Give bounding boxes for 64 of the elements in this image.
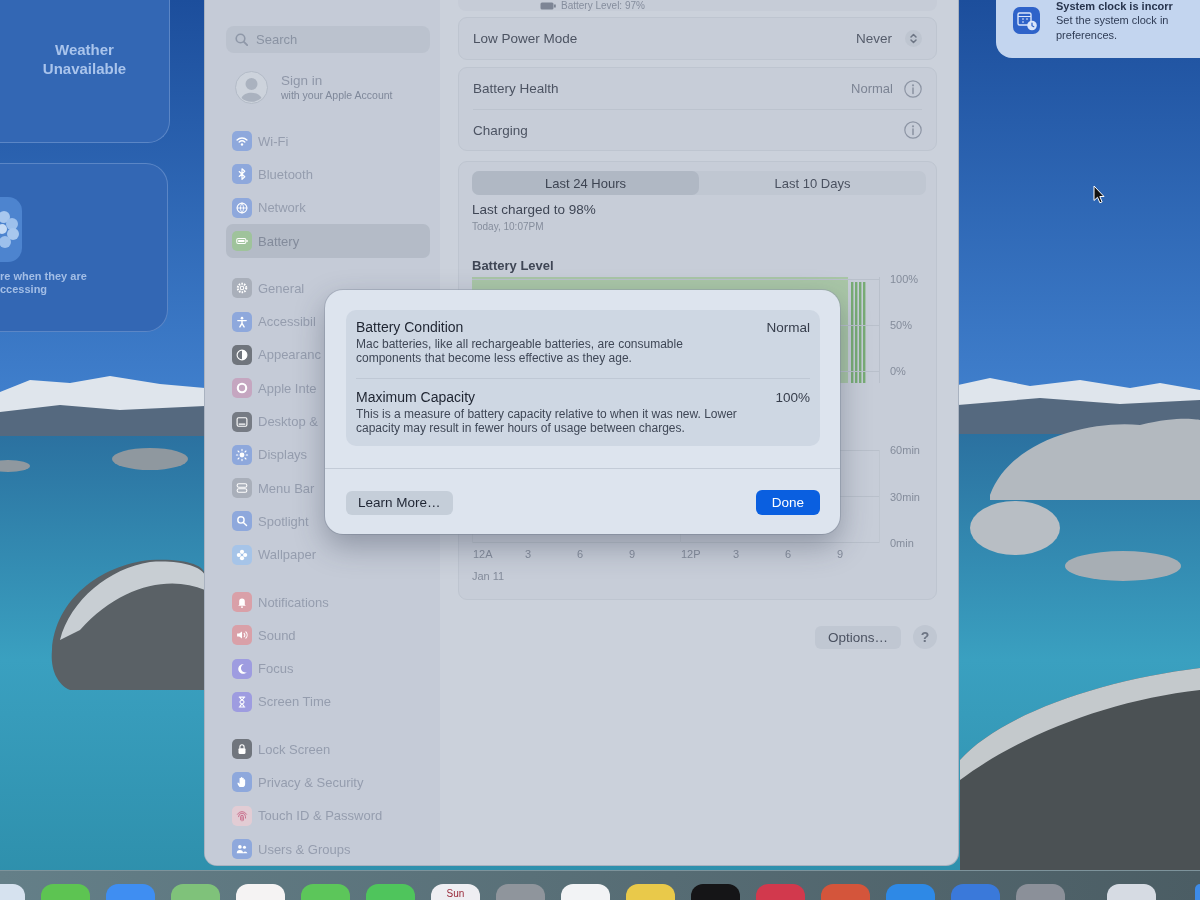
axis-label: 9 xyxy=(836,547,844,561)
segment-tab[interactable]: Last 10 Days xyxy=(699,171,926,195)
app-icon[interactable] xyxy=(1016,884,1065,900)
info-value: 100% xyxy=(775,390,810,406)
app-icon[interactable] xyxy=(1195,884,1200,900)
axis-date-label: Jan 11 xyxy=(472,569,506,583)
info-title: Maximum Capacity xyxy=(356,390,477,404)
calendar-clock-icon xyxy=(1013,7,1040,34)
dialog-button[interactable]: Done xyxy=(755,490,820,515)
notification-body: Set the system clock in preferences. xyxy=(1056,13,1170,43)
setting-label: Battery Health xyxy=(473,81,559,96)
info-description: This is a measure of battery capacity relative to when it was new. Lower capacity may result in fewer hours of usage between charges. xyxy=(356,407,737,435)
info-icon[interactable] xyxy=(904,121,922,139)
options-button[interactable]: Options… xyxy=(814,625,901,649)
avatar-icon xyxy=(235,70,268,104)
axis-label: 100% xyxy=(890,272,919,286)
account-subtitle: with your Apple Account xyxy=(281,88,393,102)
battery-icon xyxy=(540,1,556,10)
setting-label: Charging xyxy=(473,122,528,138)
axis-label: 3 xyxy=(524,547,532,561)
axis-label: 12A xyxy=(472,547,493,561)
battery-level-text: Battery Level: 97% xyxy=(561,0,645,11)
flower-icon[interactable] xyxy=(0,197,22,262)
last-charged-time: Today, 10:07PM xyxy=(472,221,545,233)
app-icon[interactable] xyxy=(561,884,610,900)
info-icon[interactable] xyxy=(904,79,922,98)
chevron-updown-icon xyxy=(905,30,922,47)
notification-banner[interactable]: System clock is incorr Set the system clock in preferences. xyxy=(996,0,1200,58)
app-icon[interactable] xyxy=(301,884,350,900)
axis-label: 3 xyxy=(732,547,740,561)
help-button[interactable]: ? xyxy=(913,625,937,649)
widget-text: Weather Unavailable xyxy=(41,40,128,78)
axis-label: 0% xyxy=(890,364,906,378)
chart-title: Battery Level xyxy=(472,258,555,274)
calendar-icon[interactable]: Sun xyxy=(431,884,480,900)
search-icon xyxy=(235,33,248,46)
popup-button[interactable]: Never xyxy=(856,30,922,47)
app-icon[interactable] xyxy=(626,884,675,900)
rock xyxy=(0,460,30,472)
dialog-button[interactable]: Learn More… xyxy=(346,490,453,515)
setting-value: Normal xyxy=(851,81,893,96)
info-value: Normal xyxy=(766,320,810,336)
axis-label: 50% xyxy=(890,318,913,332)
notification-title: System clock is incorr xyxy=(1056,0,1174,13)
app-icon[interactable] xyxy=(0,884,25,900)
last-charged-text: Last charged to 98% xyxy=(472,202,597,218)
info-title: Battery Condition xyxy=(356,320,465,334)
axis-label: 0min xyxy=(890,536,914,550)
widget-text: re when they are ccessing xyxy=(0,270,88,296)
axis-label: 12P xyxy=(680,547,701,561)
setting-label: Low Power Mode xyxy=(473,31,578,46)
app-icon[interactable] xyxy=(41,884,90,900)
app-icon[interactable] xyxy=(171,884,220,900)
axis-label: 60min xyxy=(890,443,920,457)
app-icon[interactable] xyxy=(691,884,740,900)
weekday-label: Sun xyxy=(446,889,465,899)
cursor-icon xyxy=(1093,185,1105,204)
axis-label: 9 xyxy=(628,547,636,561)
app-icon[interactable] xyxy=(236,884,285,900)
info-description: Mac batteries, like all rechargeable batteries, are consumable components that become less effective as they age. xyxy=(356,337,683,365)
axis-label: 30min xyxy=(890,489,920,504)
segment-tab[interactable]: Last 24 Hours xyxy=(472,171,699,195)
app-icon[interactable] xyxy=(366,884,415,900)
app-icon[interactable] xyxy=(1107,884,1156,900)
